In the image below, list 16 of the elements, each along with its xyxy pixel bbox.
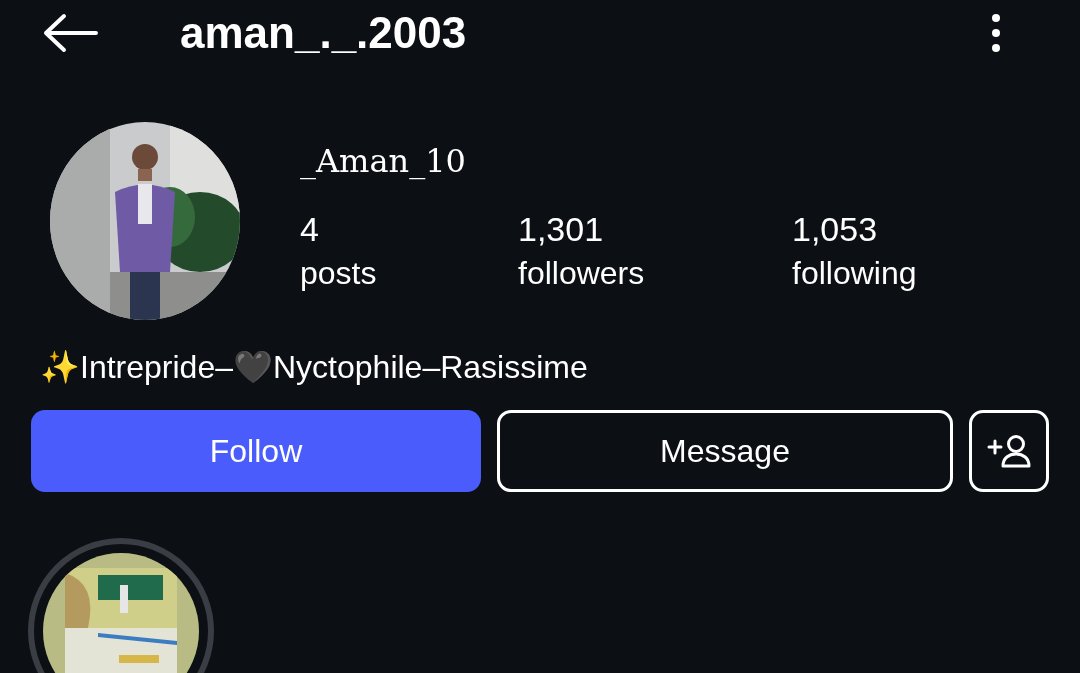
bio-text: ✨Intrepride–🖤Nyctophile–Rasissime — [40, 348, 589, 386]
stat-count: 4 — [300, 210, 320, 249]
back-icon[interactable] — [42, 13, 98, 53]
add-person-button[interactable] — [969, 410, 1049, 492]
more-options-icon[interactable] — [991, 13, 1001, 53]
stat-count: 1,301 — [518, 210, 605, 249]
follow-button[interactable]: Follow — [31, 410, 481, 492]
username-title: aman_._.2003 — [180, 8, 468, 58]
stat-label: followers — [518, 255, 646, 292]
message-button[interactable]: Message — [497, 410, 953, 492]
highlight-ring[interactable] — [28, 538, 214, 673]
stat-count: 1,053 — [792, 210, 879, 249]
stat-label: posts — [300, 255, 378, 292]
display-name: _Aman_10 — [300, 142, 467, 180]
stat-label: following — [792, 255, 917, 292]
add-person-icon — [987, 434, 1031, 468]
